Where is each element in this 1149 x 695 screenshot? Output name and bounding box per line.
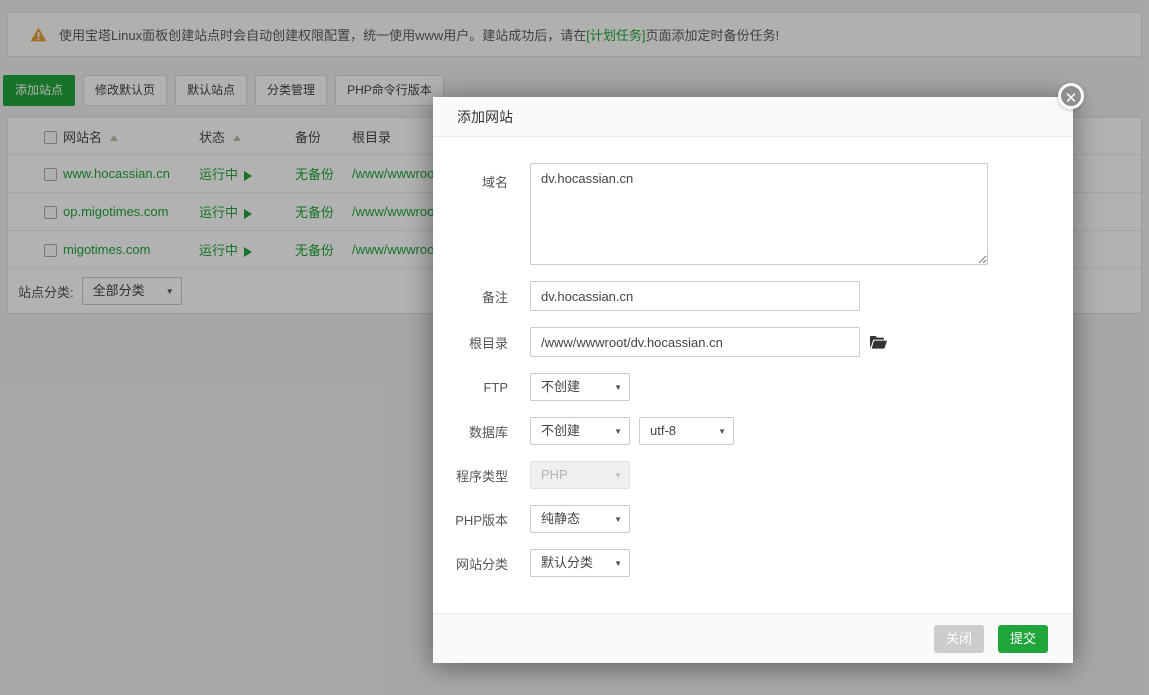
close-button[interactable]: 关闭: [934, 625, 984, 653]
domain-label: 域名: [433, 163, 530, 191]
chevron-down-icon: ▼: [614, 462, 622, 489]
chevron-down-icon: ▼: [614, 418, 622, 445]
ftp-label: FTP: [433, 380, 530, 395]
modal-title: 添加网站: [433, 97, 1073, 137]
ftp-select[interactable]: 不创建 ▼: [530, 373, 630, 401]
add-site-modal: ✕ 添加网站 域名 dv.hocassian.cn 备注 根目录 FTP 不创建: [433, 97, 1073, 663]
php-version-select[interactable]: 纯静态 ▼: [530, 505, 630, 533]
remark-label: 备注: [433, 287, 530, 306]
chevron-down-icon: ▼: [718, 418, 726, 445]
folder-browse-icon[interactable]: [870, 335, 887, 349]
remark-input[interactable]: [530, 281, 860, 311]
charset-select[interactable]: utf-8 ▼: [639, 417, 734, 445]
chevron-down-icon: ▼: [614, 550, 622, 577]
php-version-label: PHP版本: [433, 510, 530, 529]
site-category-select[interactable]: 默认分类 ▼: [530, 549, 630, 577]
database-label: 数据库: [433, 422, 530, 441]
database-select[interactable]: 不创建 ▼: [530, 417, 630, 445]
chevron-down-icon: ▼: [614, 506, 622, 533]
root-dir-input[interactable]: [530, 327, 860, 357]
modal-footer: 关闭 提交: [433, 613, 1073, 663]
chevron-down-icon: ▼: [614, 374, 622, 401]
domain-textarea[interactable]: dv.hocassian.cn: [530, 163, 988, 265]
site-category-label: 网站分类: [433, 554, 530, 573]
app-type-select: PHP ▼: [530, 461, 630, 489]
app-type-label: 程序类型: [433, 466, 530, 485]
submit-button[interactable]: 提交: [998, 625, 1048, 653]
root-dir-label: 根目录: [433, 333, 530, 352]
add-site-form: 域名 dv.hocassian.cn 备注 根目录 FTP 不创建 ▼: [433, 137, 1073, 577]
close-icon[interactable]: ✕: [1058, 83, 1084, 109]
